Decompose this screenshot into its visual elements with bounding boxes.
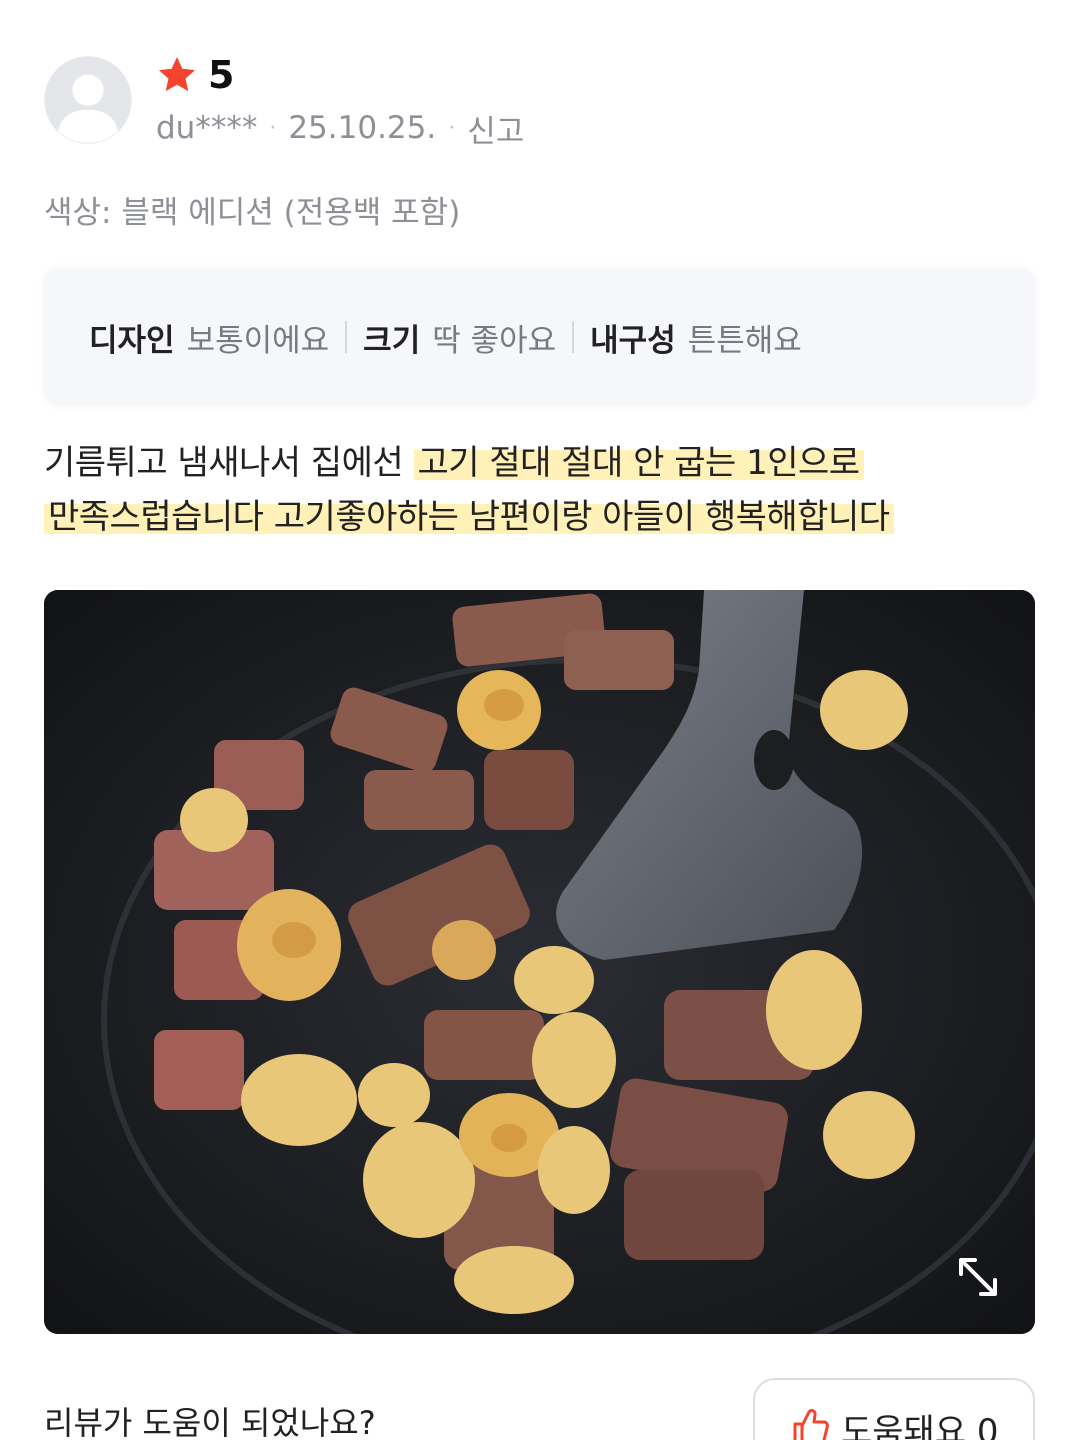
rating: 5 bbox=[156, 50, 234, 100]
evaluation-value: 딱 좋아요 bbox=[432, 322, 557, 359]
separator-dot: · bbox=[448, 115, 456, 141]
avatar bbox=[44, 56, 132, 144]
review-photo[interactable] bbox=[44, 590, 1035, 1334]
review-text: 기름튀고 냄새나서 집에선 고기 절대 절대 안 굽는 1인으로 만족스럽습니다… bbox=[44, 436, 1044, 544]
divider bbox=[572, 321, 575, 353]
review-text-highlight: 만족스럽습니다 고기좋아하는 남편이랑 아들이 행복해합니다 bbox=[44, 497, 894, 537]
evaluation-key: 내구성 bbox=[590, 322, 676, 359]
evaluation-value: 보통이에요 bbox=[186, 322, 330, 359]
evaluation-design: 디자인 보통이에요 bbox=[89, 315, 329, 360]
review-date: 25.10.25. bbox=[288, 110, 437, 146]
divider bbox=[345, 321, 348, 353]
review-line: 기름튀고 냄새나서 집에선 고기 절대 절대 안 굽는 1인으로 bbox=[44, 436, 1044, 490]
report-link[interactable]: 신고 bbox=[467, 106, 524, 151]
helpful-button[interactable]: 도움돼요 0 bbox=[753, 1378, 1035, 1440]
avatar-placeholder-icon bbox=[45, 57, 131, 143]
rating-value: 5 bbox=[208, 53, 235, 97]
product-option: 색상: 블랙 에디션 (전용백 포함) bbox=[44, 194, 461, 231]
expand-icon[interactable] bbox=[955, 1254, 1001, 1300]
separator-dot: · bbox=[269, 115, 277, 141]
evaluation-durability: 내구성 튼튼해요 bbox=[590, 315, 802, 360]
evaluation-value: 튼튼해요 bbox=[687, 322, 802, 359]
helpful-question: 리뷰가 도움이 되었나요? bbox=[44, 1404, 376, 1440]
review-line: 만족스럽습니다 고기좋아하는 남편이랑 아들이 행복해합니다 bbox=[44, 490, 1044, 544]
review-text-highlight: 고기 절대 절대 안 굽는 1인으로 bbox=[413, 443, 864, 483]
helpful-label: 도움돼요 0 bbox=[841, 1412, 999, 1440]
food-photo bbox=[44, 590, 1035, 1334]
author-name: du**** bbox=[156, 110, 258, 146]
thumbs-up-icon bbox=[787, 1404, 831, 1440]
evaluation-key: 크기 bbox=[363, 322, 421, 359]
evaluation-summary: 디자인 보통이에요 크기 딱 좋아요 내구성 튼튼해요 bbox=[44, 268, 1035, 406]
review-meta: du**** · 25.10.25. · 신고 bbox=[156, 106, 524, 150]
star-icon bbox=[156, 54, 198, 96]
evaluation-size: 크기 딱 좋아요 bbox=[363, 315, 556, 360]
evaluation-key: 디자인 bbox=[89, 322, 175, 359]
review-text-plain: 기름튀고 냄새나서 집에선 bbox=[44, 443, 414, 483]
